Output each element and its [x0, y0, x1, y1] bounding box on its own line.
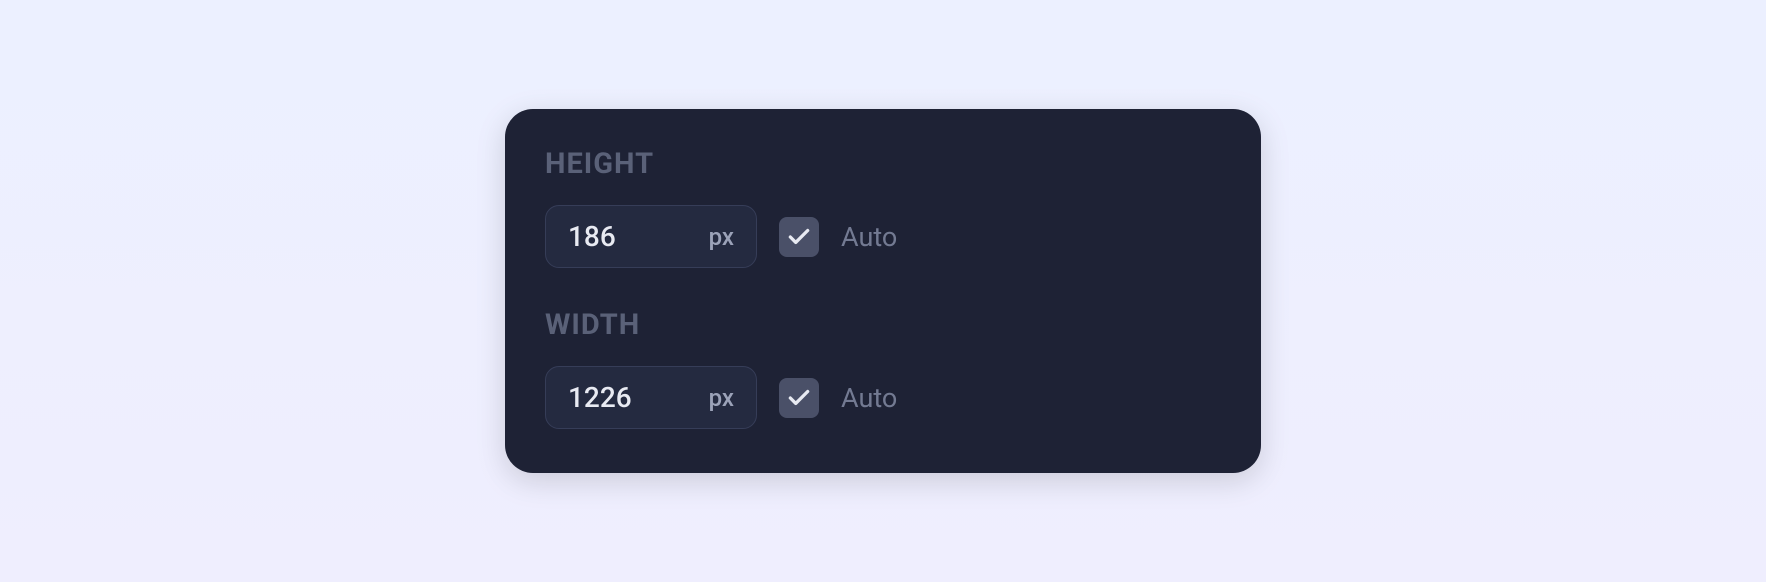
width-auto-label: Auto: [841, 382, 897, 414]
height-input-box[interactable]: px: [545, 205, 757, 268]
height-input[interactable]: [568, 220, 658, 253]
height-row: px Auto: [545, 205, 1221, 268]
width-input[interactable]: [568, 381, 658, 414]
height-auto-label: Auto: [841, 221, 897, 253]
height-auto-checkbox[interactable]: [779, 217, 819, 257]
width-row: px Auto: [545, 366, 1221, 429]
width-unit: px: [709, 384, 734, 412]
height-section: HEIGHT px Auto: [545, 147, 1221, 268]
width-auto-checkbox[interactable]: [779, 378, 819, 418]
check-icon: [786, 385, 812, 411]
dimensions-panel: HEIGHT px Auto WIDTH px Auto: [505, 109, 1261, 473]
height-label: HEIGHT: [545, 147, 1221, 181]
width-label: WIDTH: [545, 308, 1221, 342]
width-input-box[interactable]: px: [545, 366, 757, 429]
height-unit: px: [709, 223, 734, 251]
width-section: WIDTH px Auto: [545, 308, 1221, 429]
check-icon: [786, 224, 812, 250]
